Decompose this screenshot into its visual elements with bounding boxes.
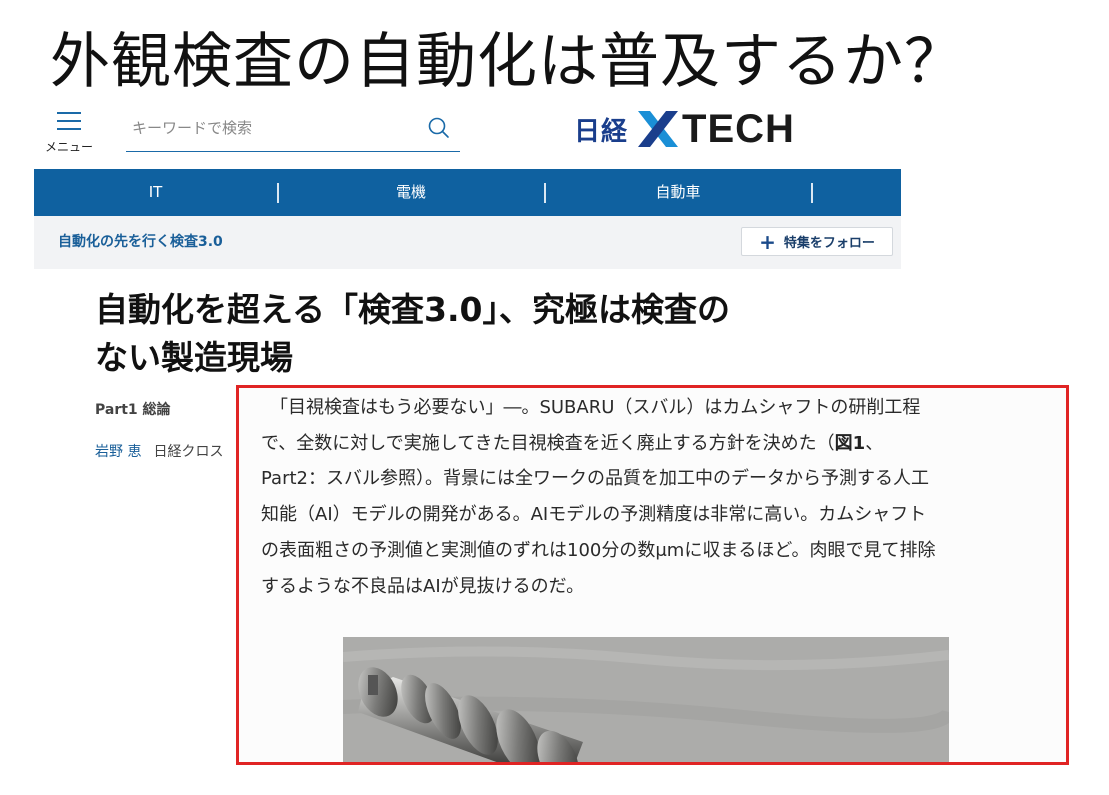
feature-bar: 自動化の先を行く検査3.0 + 特集をフォロー xyxy=(34,216,901,269)
excerpt-line: するような不良品はAIが見抜けるのだ。 xyxy=(261,575,585,597)
logo-tech: TECH xyxy=(682,106,795,151)
logo-nikkei: 日経 xyxy=(574,116,629,147)
article-title-line: 自動化を超える「検査3.0」、究極は検査の xyxy=(95,290,730,329)
publication-name: 日経クロス xyxy=(153,444,224,460)
site-logo[interactable]: 日経 TECH xyxy=(574,106,795,152)
follow-feature-button[interactable]: + 特集をフォロー xyxy=(741,227,893,256)
excerpt-line: の表面粗さの予測値と実測値のずれは100分の数μmに収まるほど。肉眼で見て排除 xyxy=(261,539,936,561)
nav-divider xyxy=(811,183,813,203)
excerpt-body: 「目視検査はもう必要ない」―。SUBARU（スバル）はカムシャフトの研削工程 で… xyxy=(261,390,1041,604)
search-input[interactable] xyxy=(126,115,428,141)
menu-button[interactable]: メニュー xyxy=(40,110,100,154)
search-box xyxy=(126,109,460,152)
hamburger-icon xyxy=(57,112,81,130)
search-icon[interactable] xyxy=(426,115,452,141)
follow-label: 特集をフォロー xyxy=(783,236,875,251)
camshaft-image xyxy=(343,637,949,762)
excerpt-line: 知能（AI）モデルの開発がある。AIモデルの予測精度は非常に高い。カムシャフト xyxy=(261,504,927,526)
figure-ref-link[interactable]: 図1 xyxy=(835,433,866,454)
category-navbar: IT 電機 自動車 xyxy=(34,169,901,216)
excerpt-line: で、全数に対しで実施してきた目視検査を近く廃止する方針を決めた（図1、 xyxy=(261,432,884,454)
excerpt-line: 「目視検査はもう必要ない」―。SUBARU（スバル）はカムシャフトの研削工程 xyxy=(279,397,921,418)
author-link[interactable]: 岩野 恵 xyxy=(95,444,141,460)
feature-title-link[interactable]: 自動化の先を行く検査3.0 xyxy=(58,231,223,251)
nav-item-it[interactable]: IT xyxy=(34,169,277,216)
part-label: Part1 総論 xyxy=(95,402,171,418)
camshaft-photo xyxy=(343,637,949,762)
byline: 岩野 恵日経クロス xyxy=(95,441,223,461)
highlighted-excerpt: 「目視検査はもう必要ない」―。SUBARU（スバル）はカムシャフトの研削工程 で… xyxy=(236,385,1069,765)
plus-icon: + xyxy=(759,229,776,254)
nav-item-automotive[interactable]: 自動車 xyxy=(545,169,811,216)
article-title-line: ない製造現場 xyxy=(95,338,293,377)
menu-label: メニュー xyxy=(44,140,93,154)
excerpt-line: Part2：スバル参照）。背景には全ワークの品質を加工中のデータから予測する人工 xyxy=(261,468,929,490)
nav-item-electronics[interactable]: 電機 xyxy=(278,169,544,216)
logo-x-mark xyxy=(638,111,679,147)
slide-title: 外観検査の自動化は普及するか？ xyxy=(50,27,965,97)
article-title: 自動化を超える「検査3.0」、究極は検査の ない製造現場 xyxy=(95,286,855,382)
